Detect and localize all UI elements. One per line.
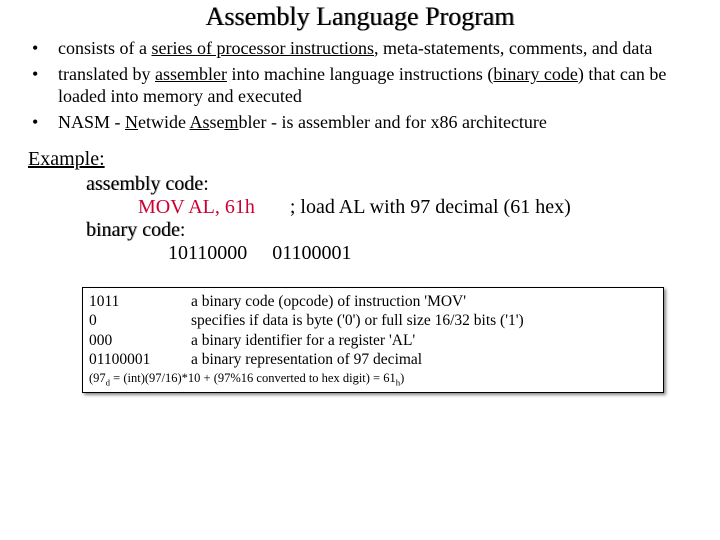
cell-bits: 0 — [83, 311, 185, 330]
text-underline: series of processor instructions — [152, 38, 374, 58]
text: ) — [400, 371, 404, 385]
opcode-table-wrap: 1011 a binary code (opcode) of instructi… — [82, 287, 664, 393]
page-title: Assembly Language Program — [28, 2, 692, 32]
label-text: binary code — [86, 219, 180, 241]
cell-bits: 000 — [83, 331, 185, 350]
text-underline: assembler — [155, 64, 227, 84]
cell-meaning: a binary code (opcode) of instruction 'M… — [185, 288, 663, 311]
table-row: 01100001 a binary representation of 97 d… — [83, 350, 663, 369]
bullet-2: translated by assembler into machine lan… — [58, 64, 692, 108]
text: consists of a — [58, 38, 152, 58]
example-heading: Example: — [28, 148, 692, 171]
text: bler - is assembler and for x86 architec… — [239, 112, 547, 132]
table-row: 1011 a binary code (opcode) of instructi… — [83, 288, 663, 311]
cell-meaning: a binary identifier for a register 'AL' — [185, 331, 663, 350]
assembly-code-label: assembly code: — [86, 173, 692, 196]
colon: : — [180, 219, 186, 241]
colon: : — [203, 173, 209, 195]
text-underline: m — [225, 112, 239, 132]
cell-meaning: a binary representation of 97 decimal — [185, 350, 663, 369]
assembly-code-line: MOV AL, 61h ; load AL with 97 decimal (6… — [138, 196, 692, 219]
bullet-list: consists of a series of processor instru… — [28, 38, 692, 134]
text-underline: As — [190, 112, 210, 132]
text: NASM - — [58, 112, 125, 132]
text: etwide — [138, 112, 190, 132]
byte-1: 10110000 — [168, 242, 247, 264]
text: (97 — [89, 371, 106, 385]
cell-bits: 1011 — [83, 288, 185, 311]
cell-meaning: specifies if data is byte ('0') or full … — [185, 311, 663, 330]
binary-code-line: 10110000 01100001 — [138, 242, 692, 265]
text-underline: binary code — [493, 64, 577, 84]
cell-bits: 01100001 — [83, 350, 185, 369]
text: se — [210, 112, 225, 132]
binary-code-label: binary code: — [86, 219, 692, 242]
instruction: MOV AL, 61h — [138, 196, 255, 218]
table-row: 0 specifies if data is byte ('0') or ful… — [83, 311, 663, 330]
footnote: (97d = (int)(97/16)*10 + (97%16 converte… — [83, 369, 663, 392]
gap — [255, 196, 290, 218]
text-underline: N — [125, 112, 138, 132]
gap — [247, 242, 272, 264]
label-text: assembly code — [86, 173, 203, 195]
comment: ; load AL with 97 decimal (61 hex) — [290, 196, 571, 218]
slide: Assembly Language Program consists of a … — [0, 0, 720, 540]
table-row: 000 a binary identifier for a register '… — [83, 331, 663, 350]
text: = (int)(97/16)*10 + (97%16 converted to … — [110, 371, 396, 385]
text: , meta-statements, comments, and data — [374, 38, 652, 58]
text: translated by — [58, 64, 155, 84]
byte-2: 01100001 — [272, 242, 351, 264]
text: into machine language instructions ( — [227, 64, 493, 84]
opcode-table: 1011 a binary code (opcode) of instructi… — [83, 288, 663, 370]
bullet-3: NASM - Netwide Assembler - is assembler … — [58, 112, 692, 134]
bullet-1: consists of a series of processor instru… — [58, 38, 692, 60]
